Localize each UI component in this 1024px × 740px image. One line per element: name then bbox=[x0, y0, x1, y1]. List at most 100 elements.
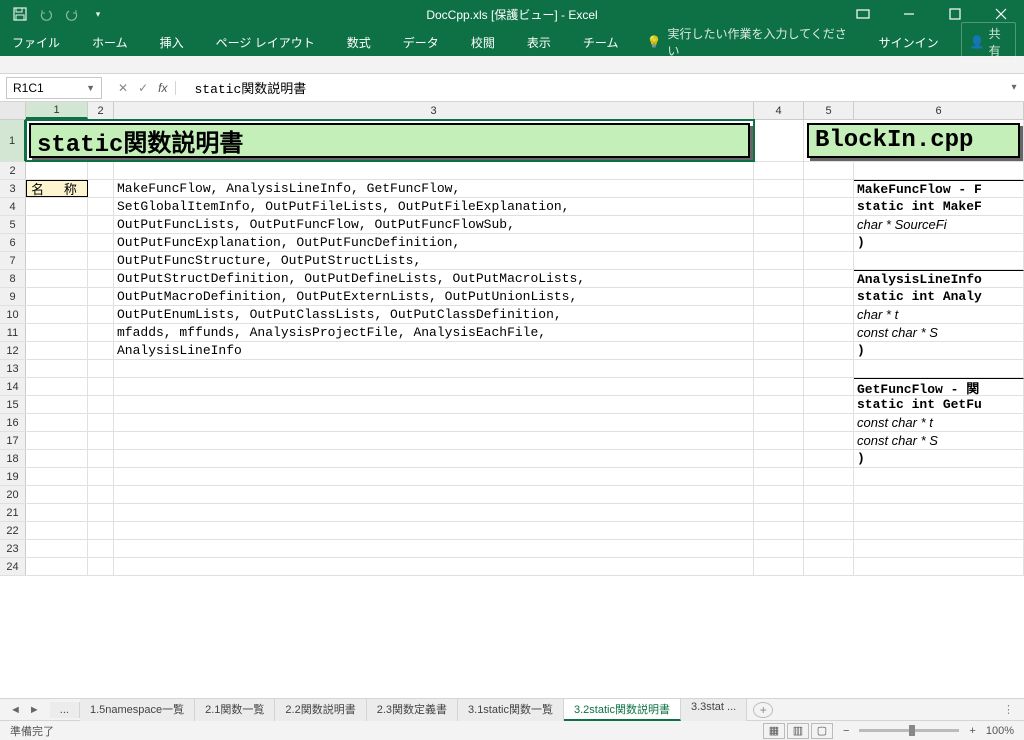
cell[interactable] bbox=[754, 288, 804, 305]
cell-r1c1[interactable]: static関数説明書 bbox=[26, 120, 754, 161]
cell[interactable] bbox=[88, 306, 114, 323]
row-header[interactable]: 11 bbox=[0, 324, 26, 341]
cell[interactable] bbox=[804, 414, 854, 431]
view-normal-icon[interactable]: ▦ bbox=[763, 723, 785, 739]
cell[interactable] bbox=[114, 504, 754, 521]
zoom-slider[interactable] bbox=[859, 729, 959, 732]
cell[interactable] bbox=[88, 342, 114, 359]
fx-icon[interactable]: fx bbox=[158, 81, 176, 95]
cell[interactable] bbox=[754, 468, 804, 485]
cell[interactable] bbox=[26, 360, 88, 377]
cell[interactable] bbox=[804, 522, 854, 539]
undo-icon[interactable] bbox=[34, 2, 58, 26]
cell[interactable] bbox=[754, 540, 804, 557]
cell[interactable]: OutPutEnumLists, OutPutClassLists, OutPu… bbox=[114, 306, 754, 323]
cell[interactable] bbox=[26, 252, 88, 269]
cell[interactable] bbox=[88, 162, 114, 179]
cell[interactable]: ) bbox=[854, 234, 1024, 251]
row-header[interactable]: 3 bbox=[0, 180, 26, 197]
row-header[interactable]: 20 bbox=[0, 486, 26, 503]
cell[interactable] bbox=[754, 522, 804, 539]
cell[interactable] bbox=[804, 288, 854, 305]
add-sheet-button[interactable]: + bbox=[753, 702, 773, 718]
cell[interactable] bbox=[854, 252, 1024, 269]
cell[interactable]: static int GetFu bbox=[854, 396, 1024, 413]
cell[interactable] bbox=[804, 180, 854, 197]
cell[interactable] bbox=[804, 162, 854, 179]
view-pagebreak-icon[interactable]: ▢ bbox=[811, 723, 833, 739]
zoom-level[interactable]: 100% bbox=[986, 725, 1014, 737]
cell[interactable] bbox=[88, 180, 114, 197]
cell[interactable] bbox=[804, 216, 854, 233]
cell[interactable] bbox=[754, 414, 804, 431]
cell[interactable] bbox=[804, 450, 854, 467]
cell[interactable]: MakeFuncFlow, AnalysisLineInfo, GetFuncF… bbox=[114, 180, 754, 197]
cell[interactable] bbox=[88, 558, 114, 575]
cell[interactable] bbox=[88, 432, 114, 449]
cell[interactable]: OutPutFuncLists, OutPutFuncFlow, OutPutF… bbox=[114, 216, 754, 233]
cell[interactable] bbox=[754, 450, 804, 467]
cell[interactable] bbox=[754, 162, 804, 179]
sign-in-link[interactable]: サインイン bbox=[875, 34, 943, 51]
cell[interactable] bbox=[26, 414, 88, 431]
cell[interactable] bbox=[804, 432, 854, 449]
cell[interactable] bbox=[114, 396, 754, 413]
row-header[interactable]: 23 bbox=[0, 540, 26, 557]
ribbon-tab-formulas[interactable]: 数式 bbox=[343, 34, 375, 51]
cell[interactable] bbox=[26, 234, 88, 251]
cell[interactable] bbox=[26, 558, 88, 575]
cell[interactable]: ) bbox=[854, 450, 1024, 467]
cell[interactable]: AnalysisLineInfo bbox=[114, 342, 754, 359]
cell[interactable] bbox=[754, 396, 804, 413]
zoom-in-button[interactable]: + bbox=[969, 725, 975, 737]
redo-icon[interactable] bbox=[60, 2, 84, 26]
cell[interactable] bbox=[88, 450, 114, 467]
row-header[interactable]: 24 bbox=[0, 558, 26, 575]
cell[interactable]: GetFuncFlow - 関 bbox=[854, 378, 1024, 395]
ribbon-tab-view[interactable]: 表示 bbox=[523, 34, 555, 51]
cell[interactable] bbox=[88, 360, 114, 377]
formula-input[interactable]: static関数説明書 bbox=[186, 78, 1004, 97]
col-header-6[interactable]: 6 bbox=[854, 102, 1024, 119]
cell[interactable] bbox=[804, 504, 854, 521]
cell[interactable] bbox=[804, 558, 854, 575]
sheet-nav-next-icon[interactable]: ► bbox=[29, 704, 40, 716]
row-header[interactable]: 14 bbox=[0, 378, 26, 395]
cell[interactable] bbox=[26, 324, 88, 341]
cell[interactable] bbox=[26, 216, 88, 233]
col-header-3[interactable]: 3 bbox=[114, 102, 754, 119]
cell[interactable]: const char * t bbox=[854, 414, 1024, 431]
cell[interactable] bbox=[854, 162, 1024, 179]
zoom-out-button[interactable]: − bbox=[843, 725, 849, 737]
cell[interactable]: char * t bbox=[854, 306, 1024, 323]
select-all-corner[interactable] bbox=[0, 102, 26, 119]
cell[interactable] bbox=[114, 414, 754, 431]
cell[interactable] bbox=[754, 432, 804, 449]
row-header[interactable]: 10 bbox=[0, 306, 26, 323]
cell[interactable] bbox=[854, 522, 1024, 539]
cell[interactable] bbox=[88, 252, 114, 269]
sheet-tab[interactable]: 2.3関数定義書 bbox=[367, 699, 458, 721]
sheet-tab[interactable]: 3.3stat ... bbox=[681, 699, 747, 721]
minimize-icon[interactable] bbox=[886, 0, 932, 28]
cell[interactable] bbox=[854, 360, 1024, 377]
cell[interactable] bbox=[88, 288, 114, 305]
cell[interactable]: mfadds, mffunds, AnalysisProjectFile, An… bbox=[114, 324, 754, 341]
sheet-scroll-region[interactable]: ⋮ bbox=[1003, 703, 1024, 716]
cell[interactable] bbox=[754, 234, 804, 251]
cell[interactable]: OutPutMacroDefinition, OutPutExternLists… bbox=[114, 288, 754, 305]
ribbon-tab-home[interactable]: ホーム bbox=[88, 34, 132, 51]
row-header[interactable]: 13 bbox=[0, 360, 26, 377]
cell[interactable] bbox=[26, 198, 88, 215]
col-header-2[interactable]: 2 bbox=[88, 102, 114, 119]
cell[interactable] bbox=[88, 486, 114, 503]
row-header-1[interactable]: 1 bbox=[0, 120, 26, 161]
sheet-tab[interactable]: 1.5namespace一覧 bbox=[80, 699, 195, 721]
cell[interactable]: SetGlobalItemInfo, OutPutFileLists, OutP… bbox=[114, 198, 754, 215]
cell[interactable] bbox=[114, 162, 754, 179]
cell[interactable] bbox=[804, 486, 854, 503]
cell[interactable] bbox=[804, 252, 854, 269]
cell[interactable] bbox=[88, 396, 114, 413]
cell[interactable] bbox=[804, 306, 854, 323]
cell[interactable] bbox=[754, 270, 804, 287]
